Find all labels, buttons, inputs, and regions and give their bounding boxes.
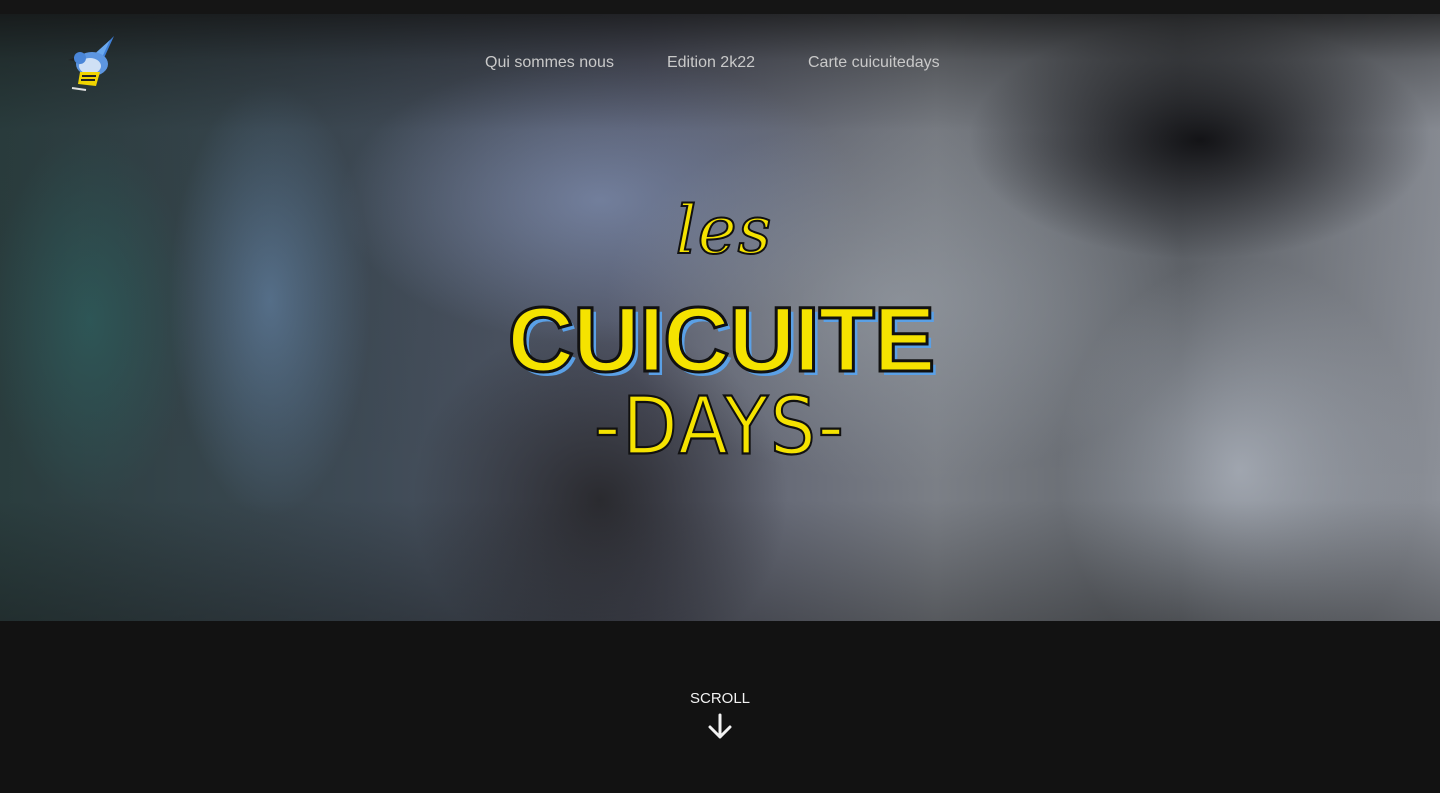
bird-logo-icon[interactable] [66,32,118,94]
nav-item-carte-cuicuitedays[interactable]: Carte cuicuitedays [808,54,940,72]
title-suffix: -DAYS- [593,379,846,474]
title-prefix: les [674,191,773,270]
arrow-down-icon[interactable] [708,713,732,741]
nav-item-edition-2k22[interactable]: Edition 2k22 [667,54,755,72]
main-nav: Qui sommes nous Edition 2k22 Carte cuicu… [485,54,940,72]
title-main: CUICUITE [506,288,936,393]
nav-item-qui-sommes-nous[interactable]: Qui sommes nous [485,54,614,72]
top-strip [0,0,1440,14]
scroll-label[interactable]: SCROLL [670,690,770,707]
